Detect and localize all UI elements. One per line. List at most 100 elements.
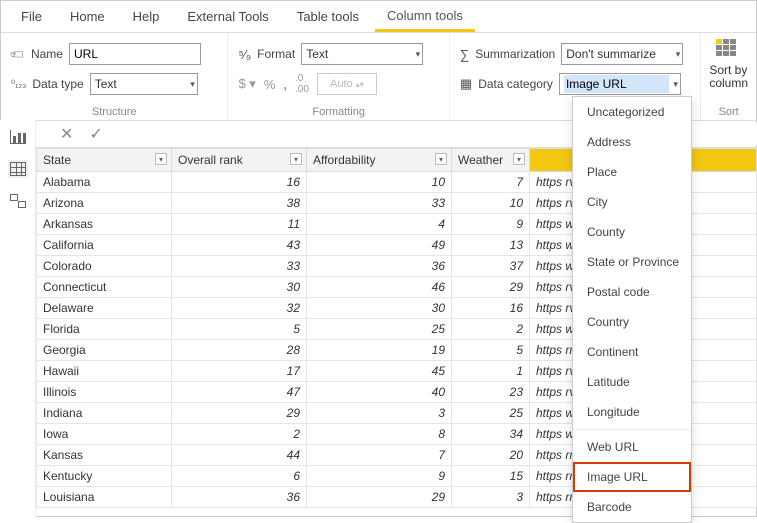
bar-chart-icon (10, 130, 26, 144)
sigma-icon: ∑ (460, 47, 469, 62)
stepper-icon: ▴▾ (356, 80, 364, 89)
sort-columns-icon (716, 39, 742, 61)
category-icon: ▦ (460, 76, 472, 92)
cell-weather: 9 (452, 214, 530, 235)
format-select[interactable]: Text ▾ (301, 43, 423, 65)
dropdown-item[interactable]: Barcode (573, 492, 691, 522)
cell-state: Delaware (37, 298, 172, 319)
chevron-down-icon[interactable]: ▾ (435, 153, 447, 165)
col-overall-rank[interactable]: Overall rank ▾ (172, 149, 307, 172)
cell-weather: 37 (452, 256, 530, 277)
cell-state: Illinois (37, 382, 172, 403)
summarization-value: Don't summarize (566, 47, 656, 61)
commit-formula-button[interactable]: ✓ (85, 124, 106, 144)
dropdown-item[interactable]: Postal code (573, 277, 691, 307)
decimals-auto[interactable]: Auto ▴▾ (317, 73, 377, 95)
chevron-down-icon: ▾ (190, 79, 195, 90)
sort-label-1: Sort by (709, 63, 747, 77)
currency-button[interactable]: $ ▾ (238, 76, 255, 92)
summarization-select[interactable]: Don't summarize ▾ (561, 43, 683, 65)
rail-data-view[interactable] (8, 160, 28, 178)
group-label-sort: Sort (719, 106, 739, 118)
dropdown-item[interactable]: City (573, 187, 691, 217)
cell-state: Kentucky (37, 466, 172, 487)
rail-report-view[interactable] (8, 128, 28, 146)
menu-column-tools[interactable]: Column tools (375, 2, 475, 32)
menu-external-tools[interactable]: External Tools (175, 3, 280, 30)
chevron-down-icon: ▾ (416, 49, 421, 60)
dropdown-item[interactable]: Address (573, 127, 691, 157)
sort-by-column-button[interactable]: Sort by column (709, 39, 748, 90)
dropdown-item[interactable]: Image URL (573, 462, 691, 492)
col-state[interactable]: State ▾ (37, 149, 172, 172)
name-input[interactable] (69, 43, 201, 65)
col-weather[interactable]: Weather▾ (452, 149, 530, 172)
cell-weather: 7 (452, 172, 530, 193)
cell-affordability: 7 (307, 445, 452, 466)
dropdown-item[interactable]: Web URL (573, 432, 691, 462)
col-affordability[interactable]: Affordability▾ (307, 149, 452, 172)
chevron-down-icon: ▾ (673, 79, 678, 90)
format-label: Format (257, 47, 295, 61)
dropdown-item[interactable]: Latitude (573, 367, 691, 397)
chevron-down-icon[interactable]: ▾ (290, 153, 302, 165)
cell-affordability: 49 (307, 235, 452, 256)
cell-state: Arkansas (37, 214, 172, 235)
datatype-icon: ⁰₁₂₃ (11, 79, 26, 90)
cell-rank: 36 (172, 487, 307, 508)
datatype-label: Data type (32, 77, 83, 91)
cell-weather: 2 (452, 319, 530, 340)
rail-model-view[interactable] (8, 192, 28, 210)
data-category-value[interactable] (564, 75, 669, 93)
cell-rank: 2 (172, 424, 307, 445)
cell-affordability: 30 (307, 298, 452, 319)
menu-home[interactable]: Home (58, 3, 117, 30)
col-label: State (43, 153, 71, 167)
sort-label-2: column (709, 76, 748, 90)
cell-state: Florida (37, 319, 172, 340)
cell-weather: 20 (452, 445, 530, 466)
menu-file[interactable]: File (9, 3, 54, 30)
cell-affordability: 8 (307, 424, 452, 445)
cell-state: Alabama (37, 172, 172, 193)
group-label-structure: Structure (11, 106, 217, 118)
col-label: Overall rank (178, 153, 243, 167)
dropdown-item[interactable]: State or Province (573, 247, 691, 277)
datatype-select[interactable]: Text ▾ (90, 73, 198, 95)
dropdown-item[interactable]: Longitude (573, 397, 691, 427)
cell-affordability: 40 (307, 382, 452, 403)
cell-affordability: 29 (307, 487, 452, 508)
menu-help[interactable]: Help (121, 3, 172, 30)
cell-state: Indiana (37, 403, 172, 424)
cell-rank: 16 (172, 172, 307, 193)
format-icon: ⁵⁄₉ (238, 47, 251, 62)
cell-affordability: 3 (307, 403, 452, 424)
cell-weather: 13 (452, 235, 530, 256)
cell-rank: 28 (172, 340, 307, 361)
cell-rank: 47 (172, 382, 307, 403)
cell-rank: 33 (172, 256, 307, 277)
cell-state: California (37, 235, 172, 256)
data-category-select[interactable]: ▾ (559, 73, 681, 95)
cell-weather: 23 (452, 382, 530, 403)
dropdown-item[interactable]: Country (573, 307, 691, 337)
chevron-down-icon[interactable]: ▾ (513, 153, 525, 165)
cell-affordability: 45 (307, 361, 452, 382)
decimals-button[interactable]: .0.00 (295, 73, 309, 95)
chevron-down-icon[interactable]: ▾ (155, 153, 167, 165)
cell-state: Georgia (37, 340, 172, 361)
cell-rank: 11 (172, 214, 307, 235)
cancel-formula-button[interactable]: ✕ (56, 124, 77, 144)
ribbon-group-sort: Sort by column Sort (701, 33, 756, 120)
percent-button[interactable]: % (264, 77, 276, 92)
menu-table-tools[interactable]: Table tools (285, 3, 371, 30)
dropdown-item[interactable]: Place (573, 157, 691, 187)
comma-button[interactable]: , (283, 77, 287, 92)
dropdown-item[interactable]: County (573, 217, 691, 247)
dropdown-item[interactable]: Uncategorized (573, 97, 691, 127)
cell-weather: 5 (452, 340, 530, 361)
data-category-dropdown[interactable]: UncategorizedAddressPlaceCityCountyState… (572, 96, 692, 523)
cell-rank: 5 (172, 319, 307, 340)
chevron-down-icon: ▾ (676, 49, 681, 60)
dropdown-item[interactable]: Continent (573, 337, 691, 367)
